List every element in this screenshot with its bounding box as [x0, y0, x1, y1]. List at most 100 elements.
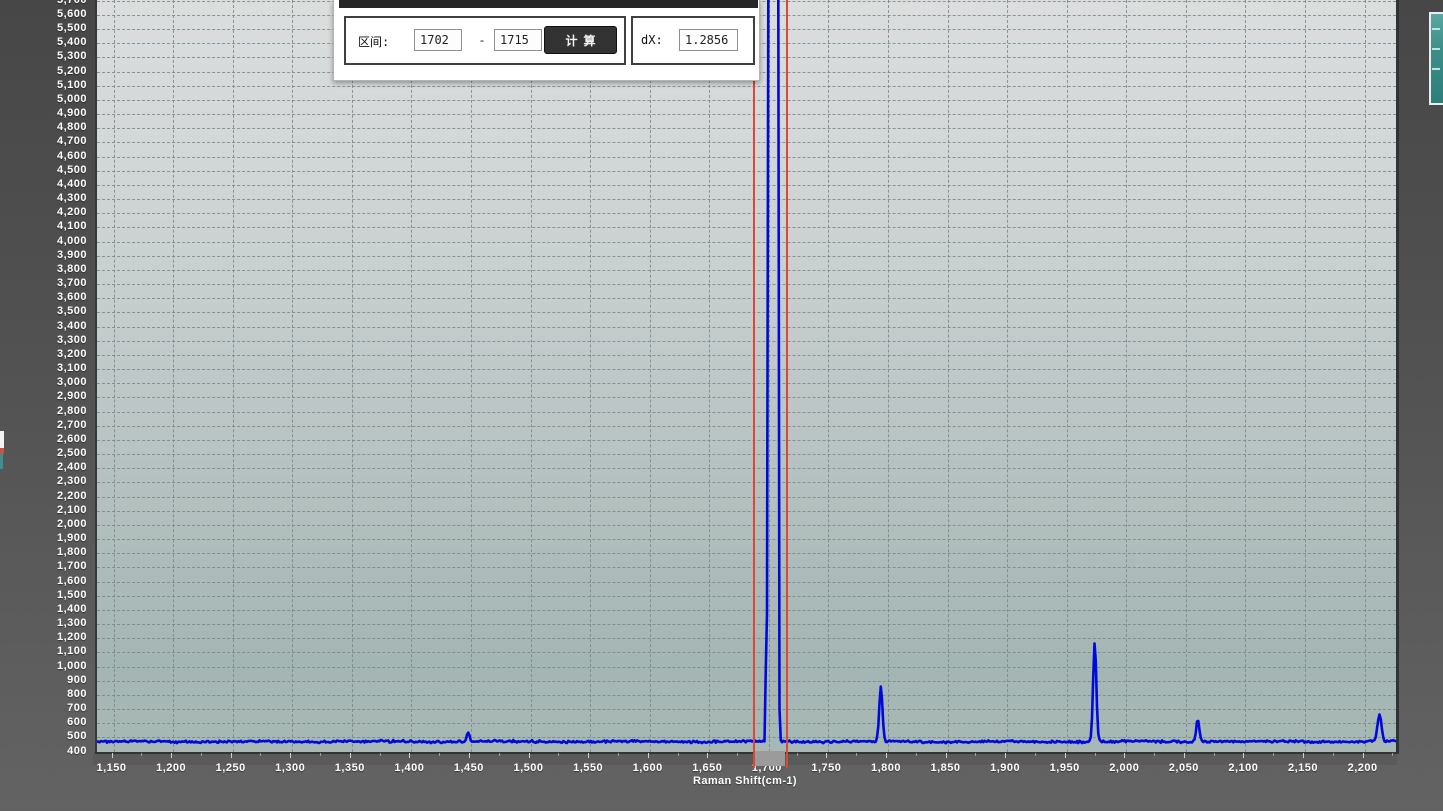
- x-tick-label: 2,000: [1094, 762, 1154, 774]
- x-tick-label: 1,650: [677, 762, 737, 774]
- y-tick-label: 3,300: [0, 334, 87, 346]
- y-tick-label: 3,800: [0, 263, 87, 275]
- x-tick-label: 2,200: [1333, 762, 1393, 774]
- x-minor-tick: [499, 753, 500, 756]
- x-tick-label: 1,300: [260, 762, 320, 774]
- x-minor-tick: [737, 753, 738, 756]
- x-tick-label: 1,750: [796, 762, 856, 774]
- x-tick-label: 1,450: [439, 762, 499, 774]
- y-tick-label: 2,500: [0, 447, 87, 459]
- y-tick-label: 1,300: [0, 617, 87, 629]
- interval-groupbox: 区间: - 计算: [344, 16, 626, 65]
- x-minor-tick: [1333, 753, 1334, 756]
- y-tick-label: 1,000: [0, 660, 87, 672]
- x-tick-label: 1,150: [82, 762, 142, 774]
- calculate-button[interactable]: 计算: [544, 26, 617, 54]
- x-minor-tick: [856, 753, 857, 756]
- x-minor-tick: [1035, 753, 1036, 756]
- range-to-input[interactable]: [494, 29, 542, 51]
- x-tick-label: 2,150: [1273, 762, 1333, 774]
- x-major-tick: [231, 753, 232, 758]
- y-tick-label: 2,800: [0, 405, 87, 417]
- y-tick-label: 3,100: [0, 362, 87, 374]
- y-tick-label: 1,500: [0, 589, 87, 601]
- x-minor-tick: [1154, 753, 1155, 756]
- y-tick-label: 1,700: [0, 560, 87, 572]
- x-minor-tick: [141, 753, 142, 756]
- y-tick-label: 1,400: [0, 603, 87, 615]
- y-tick-label: 5,000: [0, 93, 87, 105]
- range-from-input[interactable]: [414, 29, 462, 51]
- x-tick-label: 1,400: [379, 762, 439, 774]
- edge-window-fragment: [0, 454, 3, 469]
- x-major-tick: [1124, 753, 1125, 758]
- region-cursor-right[interactable]: [786, 0, 788, 768]
- x-major-tick: [1005, 753, 1006, 758]
- y-tick-label: 4,400: [0, 178, 87, 190]
- measure-dialog[interactable]: 区间: - 计算 dX:: [333, 0, 760, 81]
- y-tick-label: 4,100: [0, 220, 87, 232]
- y-tick-label: 4,000: [0, 235, 87, 247]
- x-major-tick: [648, 753, 649, 758]
- y-tick-label: 700: [0, 702, 87, 714]
- x-major-tick: [112, 753, 113, 758]
- dialog-titlebar[interactable]: [339, 0, 758, 8]
- y-tick-label: 2,200: [0, 490, 87, 502]
- y-tick-label: 3,700: [0, 277, 87, 289]
- x-minor-tick: [618, 753, 619, 756]
- x-minor-tick: [678, 753, 679, 756]
- y-tick-label: 1,900: [0, 532, 87, 544]
- range-dash: -: [480, 33, 484, 47]
- x-major-tick: [350, 753, 351, 758]
- spectrum-plot-area[interactable]: [95, 0, 1399, 754]
- y-tick-label: 900: [0, 674, 87, 686]
- x-tick-label: 1,200: [141, 762, 201, 774]
- region-cursor-left[interactable]: [753, 0, 755, 768]
- x-minor-tick: [1214, 753, 1215, 756]
- x-minor-tick: [558, 753, 559, 756]
- x-minor-tick: [439, 753, 440, 756]
- y-tick-label: 4,200: [0, 206, 87, 218]
- dx-result-input[interactable]: [679, 29, 738, 51]
- x-major-tick: [1243, 753, 1244, 758]
- x-tick-label: 2,100: [1213, 762, 1273, 774]
- x-axis-title: Raman Shift(cm-1): [595, 775, 895, 787]
- x-tick-label: 1,550: [558, 762, 618, 774]
- x-tick-label: 1,500: [499, 762, 559, 774]
- x-minor-tick: [1392, 753, 1393, 756]
- x-major-tick: [469, 753, 470, 758]
- x-major-tick: [1184, 753, 1185, 758]
- x-tick-label: 1,600: [618, 762, 678, 774]
- y-tick-label: 5,200: [0, 65, 87, 77]
- x-minor-tick: [1273, 753, 1274, 756]
- x-major-tick: [529, 753, 530, 758]
- y-tick-label: 5,400: [0, 36, 87, 48]
- y-tick-label: 2,700: [0, 419, 87, 431]
- x-minor-tick: [201, 753, 202, 756]
- y-tick-label: 3,500: [0, 305, 87, 317]
- x-major-tick: [1303, 753, 1304, 758]
- y-tick-label: 2,600: [0, 433, 87, 445]
- x-minor-tick: [916, 753, 917, 756]
- y-tick-label: 4,700: [0, 135, 87, 147]
- x-major-tick: [1363, 753, 1364, 758]
- y-tick-label: 1,800: [0, 546, 87, 558]
- app-window: { "dialog": { "interval_label": "区间:", "…: [0, 0, 1443, 811]
- edge-window-fragment: [0, 431, 4, 448]
- y-tick-label: 3,200: [0, 348, 87, 360]
- y-tick-label: 1,600: [0, 575, 87, 587]
- x-minor-tick: [320, 753, 321, 756]
- dx-groupbox: dX:: [631, 16, 755, 65]
- x-major-tick: [946, 753, 947, 758]
- background-window-fragment[interactable]: [1429, 12, 1443, 105]
- y-tick-label: 3,400: [0, 320, 87, 332]
- y-tick-label: 2,100: [0, 504, 87, 516]
- y-tick-label: 2,000: [0, 518, 87, 530]
- x-tick-label: 1,800: [856, 762, 916, 774]
- dx-label: dX:: [641, 33, 663, 47]
- x-tick-label: 1,250: [201, 762, 261, 774]
- y-tick-label: 3,900: [0, 249, 87, 261]
- x-major-tick: [409, 753, 410, 758]
- x-major-tick: [290, 753, 291, 758]
- x-major-tick: [1065, 753, 1066, 758]
